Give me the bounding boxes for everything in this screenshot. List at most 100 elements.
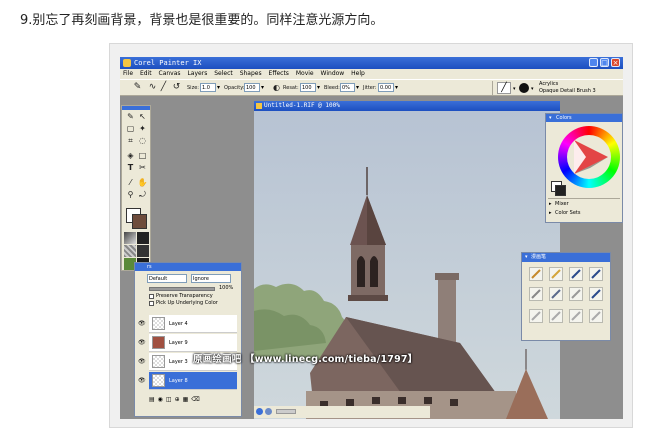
close-button[interactable]: × xyxy=(611,58,620,67)
preserve-transparency-checkbox[interactable] xyxy=(149,294,154,299)
rotate-page-tool-icon[interactable]: ⤾ xyxy=(137,190,148,200)
pattern-selector[interactable] xyxy=(124,245,136,257)
reset-tool-icon[interactable]: ↺ xyxy=(171,82,182,93)
canvas-painting[interactable] xyxy=(254,111,560,419)
mixer-expand-icon[interactable]: ▸ xyxy=(549,201,552,207)
layer-row[interactable]: 👁 Layer 9 xyxy=(138,334,237,352)
brush-category-dropdown-icon[interactable]: ▾ xyxy=(513,86,516,92)
title-bar: Corel Painter IX _ □ × xyxy=(120,57,623,69)
additional-color-swatch[interactable] xyxy=(132,214,147,229)
brush-tool-icon[interactable]: ✎ xyxy=(125,112,136,122)
shape-icon[interactable]: ◐ xyxy=(271,82,282,93)
eye-icon[interactable]: 👁 xyxy=(138,339,146,346)
menu-help[interactable]: Help xyxy=(351,70,365,77)
jitter-dropdown-icon[interactable]: ▾ xyxy=(395,84,398,91)
shape-tool-icon[interactable]: □ xyxy=(137,151,148,161)
paper-selector[interactable] xyxy=(124,232,136,244)
minimize-button[interactable]: _ xyxy=(589,58,598,67)
app-icon xyxy=(123,59,131,67)
layer-row[interactable]: 👁 Layer 4 xyxy=(138,315,237,333)
magic-wand-tool-icon[interactable]: ✦ xyxy=(137,124,148,134)
eye-icon[interactable]: 👁 xyxy=(138,377,146,384)
layer-thumbnail xyxy=(152,317,165,330)
size-label: Size: xyxy=(187,85,199,91)
brush-dab-icon xyxy=(519,83,529,93)
mixer-panel-label[interactable]: Mixer xyxy=(555,201,569,207)
brush-variant-button[interactable] xyxy=(589,309,603,323)
composite-depth-select[interactable]: Ignore xyxy=(191,274,231,283)
navigator-icon[interactable] xyxy=(256,408,263,415)
layer-adjuster-tool-icon[interactable]: ↖ xyxy=(137,112,148,122)
eye-icon[interactable]: 👁 xyxy=(138,358,146,365)
opacity-field[interactable]: 100 xyxy=(244,83,260,92)
menu-file[interactable]: File xyxy=(123,70,133,77)
collapse-arrow-icon[interactable]: ▾ xyxy=(525,253,528,262)
brush-category-icon[interactable]: ╱ xyxy=(497,82,511,94)
menu-effects[interactable]: Effects xyxy=(269,70,289,77)
brush-variant-button[interactable] xyxy=(589,287,603,301)
menu-edit[interactable]: Edit xyxy=(140,70,152,77)
brush-variant-dropdown-icon[interactable]: ▾ xyxy=(531,86,534,92)
rectangle-select-tool-icon[interactable]: ▢ xyxy=(125,124,136,134)
composite-method-select[interactable]: Default xyxy=(147,274,187,283)
brush-variant-button[interactable] xyxy=(529,309,543,323)
wall-window xyxy=(450,399,458,406)
brush-variant-button[interactable] xyxy=(569,267,583,281)
comic-brush-title: 漫画笔 xyxy=(531,254,547,260)
layer-thumbnail xyxy=(152,336,165,349)
brush-variant-button[interactable] xyxy=(549,267,563,281)
menu-shapes[interactable]: Shapes xyxy=(240,70,262,77)
scissors-tool-icon[interactable]: ✂ xyxy=(137,163,148,173)
stroke-type-freehand-icon[interactable]: ∿ xyxy=(147,82,158,93)
layer-name: Layer 3 xyxy=(169,359,188,365)
lasso-tool-icon[interactable]: ◌ xyxy=(137,136,148,146)
toolbox: ✎ ↖ ▢ ✦ ⌗ ◌ ◈ □ T ✂ ⁄ ✋ ⚲ ⤾ xyxy=(121,105,151,271)
resat-dropdown-icon[interactable]: ▾ xyxy=(317,84,320,91)
brush-variant-button[interactable] xyxy=(529,267,543,281)
additional-color-preview[interactable] xyxy=(555,185,566,196)
menu-select[interactable]: Select xyxy=(214,70,233,77)
menu-window[interactable]: Window xyxy=(321,70,345,77)
dropper-tool-icon[interactable]: ⁄ xyxy=(125,178,136,188)
brush-selector[interactable]: ╱ ▾ ▾ Acrylics Opaque Detail Brush 3 xyxy=(492,81,623,95)
resat-field[interactable]: 100 xyxy=(300,83,316,92)
brush-variant-button[interactable] xyxy=(549,287,563,301)
brush-icon[interactable]: ✎ xyxy=(132,82,143,93)
collapse-arrow-icon[interactable]: ▾ xyxy=(549,114,552,122)
paint-bucket-tool-icon[interactable]: ◈ xyxy=(125,151,136,161)
layer-row-selected[interactable]: 👁 Layer 8 xyxy=(138,372,237,390)
stroke-type-line-icon[interactable]: ╱ xyxy=(158,82,169,93)
brush-variant-button[interactable] xyxy=(529,287,543,301)
crop-tool-icon[interactable]: ⌗ xyxy=(125,136,136,146)
opacity-dropdown-icon[interactable]: ▾ xyxy=(261,84,264,91)
menu-layers[interactable]: Layers xyxy=(187,70,207,77)
brush-variant-button[interactable] xyxy=(549,309,563,323)
bleed-field[interactable]: 0% xyxy=(340,83,355,92)
size-dropdown-icon[interactable]: ▾ xyxy=(217,84,220,91)
jitter-field[interactable]: 0.00 xyxy=(378,83,394,92)
gradient-selector[interactable] xyxy=(137,232,149,244)
color-sets-panel-label[interactable]: Color Sets xyxy=(555,210,580,216)
magnifier-tool-icon[interactable]: ⚲ xyxy=(125,190,136,200)
weaving-selector[interactable] xyxy=(137,245,149,257)
pick-up-underlying-checkbox[interactable] xyxy=(149,301,154,306)
horizontal-scrollbar[interactable] xyxy=(276,409,296,414)
brush-variant-button[interactable] xyxy=(589,267,603,281)
brush-variant-button[interactable] xyxy=(569,287,583,301)
menu-canvas[interactable]: Canvas xyxy=(159,70,181,77)
layer-opacity-slider[interactable] xyxy=(149,287,215,291)
text-tool-icon[interactable]: T xyxy=(125,163,136,173)
layer-commands-bar[interactable]: ▤◉◫⊕▦⌫ xyxy=(149,396,237,405)
size-field[interactable]: 1.0 xyxy=(200,83,216,92)
saturation-triangle[interactable] xyxy=(568,136,610,178)
color-sets-expand-icon[interactable]: ▸ xyxy=(549,210,552,216)
bleed-dropdown-icon[interactable]: ▾ xyxy=(356,84,359,91)
brush-variant-button[interactable] xyxy=(569,309,583,323)
eye-icon[interactable]: 👁 xyxy=(138,320,146,327)
maximize-button[interactable]: □ xyxy=(600,58,609,67)
zoom-icon[interactable] xyxy=(265,408,272,415)
document-title: Untitled-1.RIF @ 100% xyxy=(264,102,340,109)
pick-up-underlying-label: Pick Up Underlying Color xyxy=(156,300,218,306)
menu-movie[interactable]: Movie xyxy=(296,70,314,77)
grabber-tool-icon[interactable]: ✋ xyxy=(137,178,148,188)
